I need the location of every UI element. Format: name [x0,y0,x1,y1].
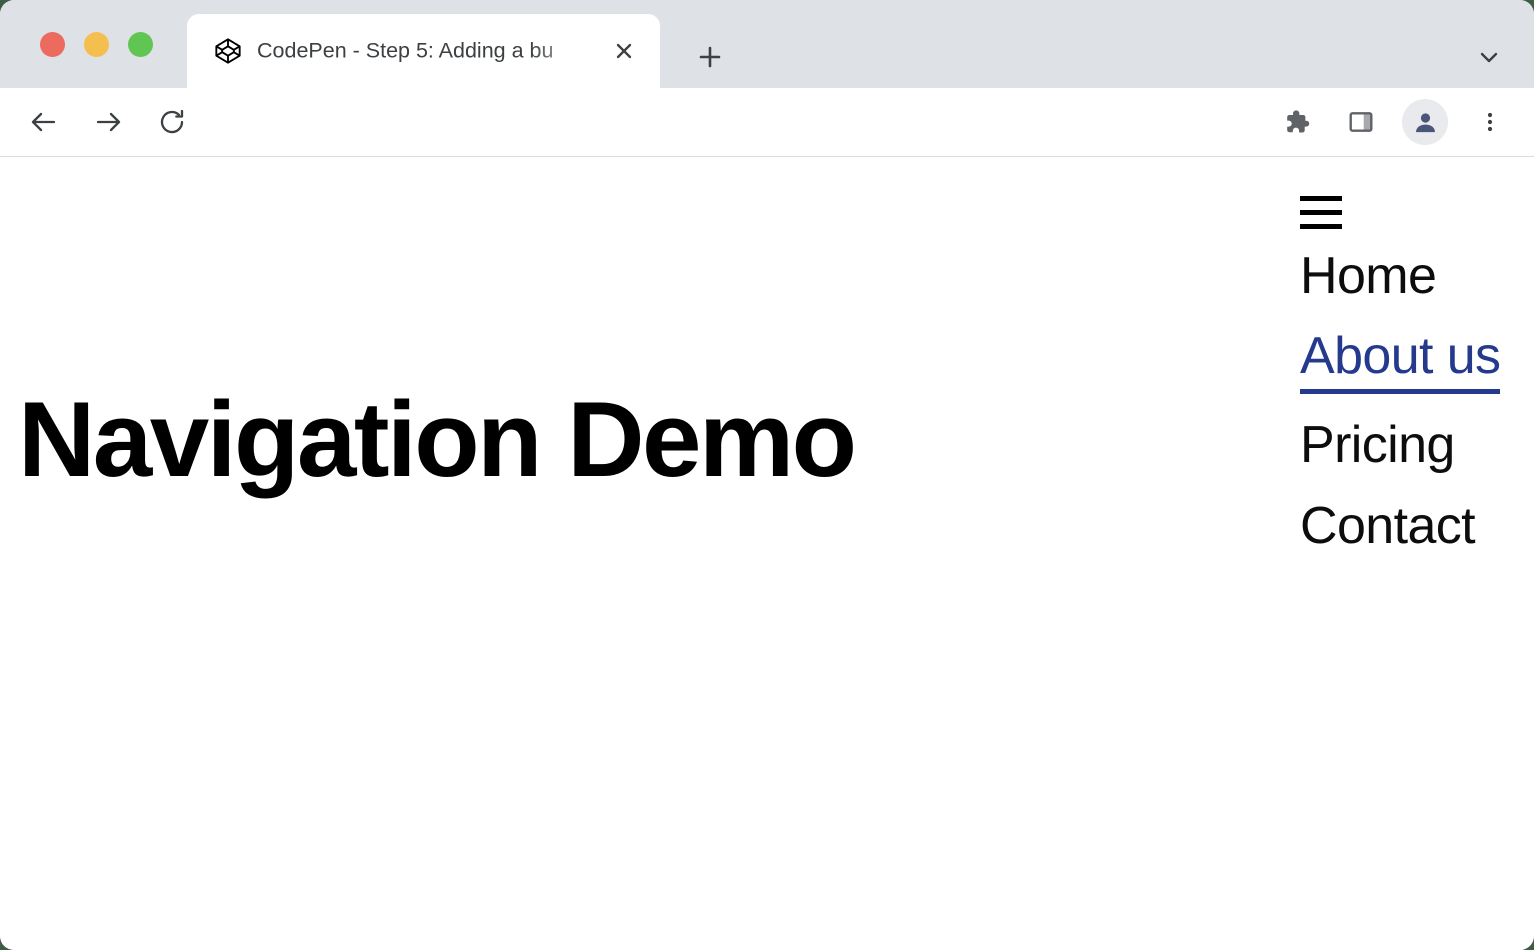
list-item: About us [1300,327,1510,394]
nav-link-home[interactable]: Home [1300,247,1436,305]
nav-link-about-us[interactable]: About us [1300,327,1500,394]
account-avatar-icon[interactable] [1402,99,1448,145]
page-content: Navigation Demo Home About us Pricing Co… [0,158,1534,950]
chevron-down-icon[interactable] [1468,36,1510,78]
hamburger-bar [1300,224,1342,229]
codepen-logo-icon [214,37,242,65]
page-title: Navigation Demo [18,386,854,493]
site-navigation: Home About us Pricing Contact [1300,196,1510,577]
browser-toolbar: cdpn.io/pen/debug/gOexwyM [0,88,1534,157]
window-controls [40,32,153,57]
side-panel-icon[interactable] [1341,102,1381,142]
nav-link-contact[interactable]: Contact [1300,497,1475,555]
close-window-button[interactable] [40,32,65,57]
browser-tab[interactable]: CodePen - Step 5: Adding a bu [187,14,660,88]
browser-window: CodePen - Step 5: Adding a bu [0,0,1534,950]
nav-link-pricing[interactable]: Pricing [1300,416,1455,474]
puzzle-icon[interactable] [1277,102,1317,142]
close-icon[interactable] [610,37,638,65]
list-item: Contact [1300,497,1510,555]
tab-title: CodePen - Step 5: Adding a bu [257,39,587,64]
back-button[interactable] [22,100,66,144]
nav-list: Home About us Pricing Contact [1300,247,1510,555]
three-dot-menu-icon[interactable] [1470,102,1510,142]
reload-button[interactable] [150,100,194,144]
tab-strip: CodePen - Step 5: Adding a bu [0,0,1534,88]
forward-button[interactable] [86,100,130,144]
maximize-window-button[interactable] [128,32,153,57]
hamburger-menu-icon[interactable] [1300,196,1342,229]
minimize-window-button[interactable] [84,32,109,57]
hamburger-bar [1300,196,1342,201]
new-tab-button[interactable] [689,36,731,78]
list-item: Pricing [1300,416,1510,474]
list-item: Home [1300,247,1510,305]
hamburger-bar [1300,210,1342,215]
